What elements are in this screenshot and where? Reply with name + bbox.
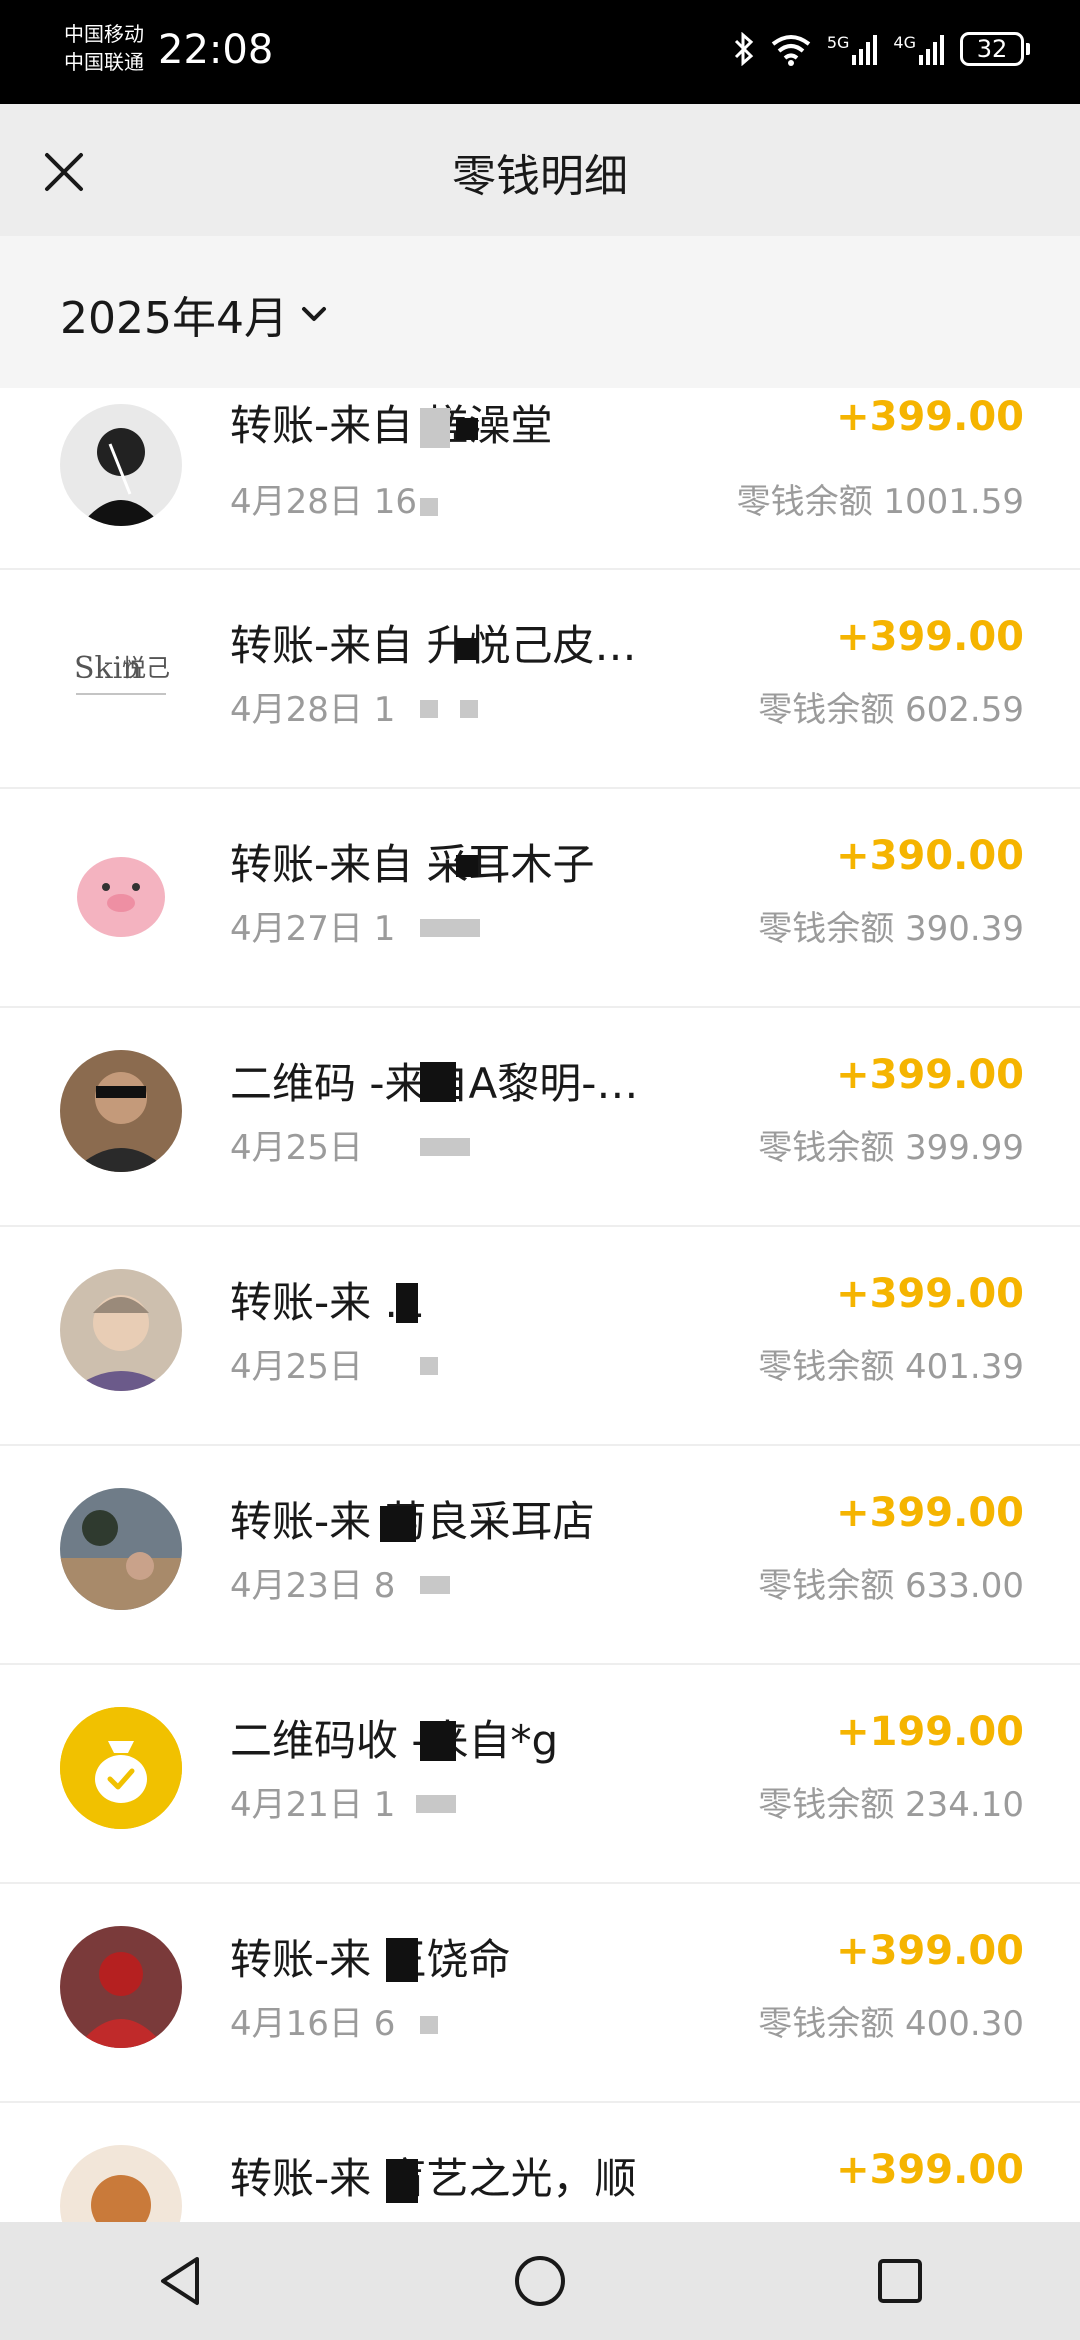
redaction-block: [420, 1721, 456, 1761]
redaction-block: [420, 1357, 438, 1375]
transaction-amount: +399.00: [836, 2147, 1024, 2193]
transaction-title: 转账-来自 采耳木子: [230, 840, 595, 889]
transaction-amount: +399.00: [836, 1052, 1024, 1098]
redaction-block: [460, 700, 478, 718]
system-nav-bar: [0, 2222, 1080, 2340]
redaction-block: [420, 1138, 470, 1156]
wifi-icon: [769, 32, 813, 66]
transaction-list[interactable]: 转账-来自 搓澡堂 4月28日 16 +399.00 零钱余额 1001.59 …: [0, 388, 1080, 2222]
transaction-amount: +390.00: [836, 833, 1024, 879]
status-icons: 5G 4G 32: [733, 32, 1030, 66]
transaction-row[interactable]: 转账-来自 采耳木子 4月27日 1 +390.00 零钱余额 390.39: [0, 789, 1080, 1008]
balance-after: 零钱余额 1001.59: [736, 482, 1024, 522]
transaction-date: 4月25日: [230, 1347, 363, 1387]
transaction-title: 转账-来 菊良采耳店: [230, 1497, 595, 1546]
balance-after: 零钱余额 602.59: [758, 690, 1024, 730]
home-button[interactable]: [495, 2236, 585, 2326]
transaction-date: 4月23日 8: [230, 1566, 396, 1606]
clock: 22:08: [158, 27, 274, 73]
transaction-amount: +399.00: [836, 1928, 1024, 1974]
carrier-2: 中国联通: [64, 50, 144, 74]
balance-after: 零钱余额 399.99: [758, 1128, 1024, 1168]
transaction-title: 转账-来 .L: [230, 1278, 422, 1327]
month-selector[interactable]: 2025年4月: [60, 282, 328, 346]
transaction-row[interactable]: 转账-来 菊良采耳店 4月23日 8 +399.00 零钱余额 633.00: [0, 1446, 1080, 1665]
transaction-amount: +399.00: [836, 614, 1024, 660]
redaction-block: [380, 1506, 416, 1542]
transaction-row[interactable]: 二维码收 -来自*g 4月21日 1 +199.00 零钱余额 234.10: [0, 1665, 1080, 1884]
transaction-title: 二维码收 -来自*g: [230, 1716, 559, 1765]
transaction-title: 转账-来 王饶命: [230, 1935, 511, 1984]
redaction-block: [420, 408, 450, 448]
redaction-block: [396, 1283, 418, 1323]
signal-5g-icon: 5G: [827, 33, 880, 65]
balance-after: 零钱余额 633.00: [758, 1566, 1024, 1606]
transaction-date: 4月28日 1: [230, 690, 396, 730]
transaction-row[interactable]: 转账-来 王饶命 4月16日 6 +399.00 零钱余额 400.30: [0, 1884, 1080, 2103]
home-circle-icon: [515, 2256, 565, 2306]
month-label: 2025年4月: [60, 293, 288, 344]
redaction-block: [456, 418, 478, 440]
balance-after: 零钱余额 401.39: [758, 1347, 1024, 1387]
transaction-amount: +199.00: [836, 1709, 1024, 1755]
transaction-date: 4月28日 16: [230, 482, 417, 522]
bluetooth-icon: [733, 32, 755, 66]
transaction-title: 二维码 -来自A黎明-…: [230, 1059, 639, 1108]
avatar: [60, 404, 182, 526]
recent-square-icon: [878, 2259, 922, 2303]
transaction-row[interactable]: 转账-来自 搓澡堂 4月28日 16 +399.00 零钱余额 1001.59: [0, 388, 1080, 570]
redaction-block: [420, 2016, 438, 2034]
avatar: [60, 1269, 182, 1391]
redaction-block: [456, 855, 478, 877]
avatar: [60, 2145, 182, 2222]
balance-after: 零钱余额 234.10: [758, 1785, 1024, 1825]
redaction-block: [420, 700, 438, 718]
redaction-block: [456, 638, 478, 660]
transaction-row[interactable]: Skin 悦己 转账-来自 升悦己皮… 4月28日 1 +399.00 零钱余额 …: [0, 570, 1080, 789]
balance-after: 零钱余额 390.39: [758, 909, 1024, 949]
redaction-block: [386, 1938, 418, 1982]
month-filter-bar: 2025年4月: [0, 236, 1080, 388]
balance-after: 零钱余额 400.30: [758, 2004, 1024, 2044]
transaction-title: 转账-来 盲艺之光，顺: [230, 2154, 637, 2203]
avatar: Skin 悦己: [60, 612, 182, 734]
back-triangle-icon: [161, 2257, 199, 2305]
transaction-title: 转账-来自 升悦己皮…: [230, 621, 637, 670]
redaction-block: [420, 1062, 456, 1102]
redaction-block: [386, 2159, 418, 2203]
page-title: 零钱明细: [452, 151, 628, 202]
transaction-amount: +399.00: [836, 1271, 1024, 1317]
redaction-block: [416, 1795, 456, 1813]
chevron-down-icon: [301, 307, 326, 321]
transaction-amount: +399.00: [836, 394, 1024, 440]
back-button[interactable]: [135, 2236, 225, 2326]
transaction-row[interactable]: 二维码 -来自A黎明-… 4月25日 +399.00 零钱余额 399.99: [0, 1008, 1080, 1227]
redaction-block: [420, 498, 438, 516]
avatar: [60, 831, 182, 953]
transaction-date: 4月21日 1: [230, 1785, 396, 1825]
avatar: [60, 1707, 182, 1829]
signal-4g-icon: 4G: [893, 33, 946, 65]
redaction-block: [420, 919, 480, 937]
transaction-date: 4月25日: [230, 1128, 363, 1168]
carrier-info: 中国移动 中国联通: [64, 20, 144, 76]
avatar: [60, 1926, 182, 2048]
recent-apps-button[interactable]: [855, 2236, 945, 2326]
status-bar: 中国移动 中国联通 22:08 5G 4G 32: [0, 0, 1080, 104]
transaction-amount: +399.00: [836, 1490, 1024, 1536]
svg-text:悦己: 悦己: [122, 654, 170, 682]
transaction-date: 4月27日 1: [230, 909, 396, 949]
carrier-1: 中国移动: [64, 22, 144, 46]
redaction-block: [420, 1576, 450, 1594]
transaction-title: 转账-来自 搓澡堂: [230, 401, 553, 450]
transaction-date: 4月16日 6: [230, 2004, 396, 2044]
title-bar: 零钱明细: [0, 104, 1080, 236]
transaction-row[interactable]: 转账-来 盲艺之光，顺 +399.00: [0, 2103, 1080, 2222]
money-bag-icon: [60, 1707, 182, 1829]
avatar: [60, 1488, 182, 1610]
avatar: [60, 1050, 182, 1172]
battery-icon: 32: [960, 32, 1030, 66]
transaction-row[interactable]: 转账-来 .L 4月25日 +399.00 零钱余额 401.39: [0, 1227, 1080, 1446]
